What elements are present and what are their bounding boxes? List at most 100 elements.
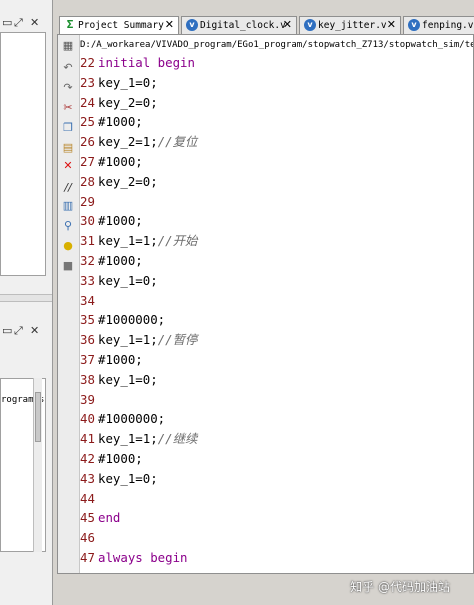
undo-icon[interactable]: ↶ — [61, 61, 75, 75]
code-line[interactable]: 28 key_2=0; — [80, 172, 473, 192]
left-panel-header-top: ▭ ⤢ ✕ — [0, 14, 52, 32]
panel-restore-icon[interactable]: ⤢ — [14, 16, 23, 30]
code-line[interactable]: 45 end — [80, 508, 473, 528]
verilog-file-icon: v — [186, 19, 198, 31]
tab-key-jitter[interactable]: v key_jitter.v ✕ — [299, 16, 401, 34]
tab-label: key_jitter.v — [318, 20, 387, 31]
code-line[interactable]: 36 key_1=1;//暂停 — [80, 330, 473, 350]
code-line[interactable]: 37 #1000; — [80, 350, 473, 370]
line-number: 45 — [80, 510, 95, 526]
line-number: 29 — [80, 193, 95, 209]
code-text: key_1=0; — [98, 470, 158, 486]
delete-icon[interactable]: ✕ — [61, 159, 75, 173]
editor-toolbar: ▦ ↶ ↷ ✂ ❐ ▤ ✕ // ▥ ⚲ ● ■ — [58, 35, 80, 573]
sources-tree-panel[interactable] — [0, 32, 46, 276]
code-line[interactable]: 29 — [80, 192, 473, 212]
code-line[interactable]: 47 always begin — [80, 548, 473, 568]
panel-close-icon[interactable]: ✕ — [30, 16, 39, 29]
line-number: 22 — [80, 55, 95, 70]
close-icon[interactable]: ✕ — [283, 18, 292, 31]
settings-icon[interactable]: ■ — [61, 259, 75, 273]
sigma-icon: Σ — [66, 18, 74, 31]
line-number: 31 — [80, 233, 95, 249]
panel-splitter[interactable] — [0, 294, 52, 302]
code-text: #1000000; — [98, 411, 166, 427]
code-comment: //复位 — [157, 134, 198, 150]
line-number: 23 — [80, 74, 95, 90]
redo-icon[interactable]: ↷ — [61, 81, 75, 95]
panel-minimize-icon[interactable]: ▭ — [2, 16, 12, 29]
code-line[interactable]: 24 key_2=0; — [80, 93, 473, 113]
code-text: #1000; — [98, 252, 143, 268]
save-icon[interactable]: ▦ — [61, 39, 75, 53]
code-text: end — [98, 510, 121, 526]
tab-fenping[interactable]: v fenping.v — [403, 16, 474, 34]
left-panel-scrollbar[interactable] — [33, 378, 42, 552]
line-number: 43 — [80, 470, 95, 486]
line-number: 41 — [80, 431, 95, 447]
code-text: #1000; — [98, 153, 143, 169]
line-number: 38 — [80, 371, 95, 387]
code-line[interactable]: 33 key_1=0; — [80, 271, 473, 291]
code-comment: //开始 — [157, 233, 198, 249]
line-number: 25 — [80, 114, 95, 130]
left-panel-header-bottom: ▭ ⤢ ✕ — [0, 322, 52, 340]
line-number: 26 — [80, 134, 95, 150]
line-number: 24 — [80, 94, 95, 110]
find-icon[interactable]: ⚲ — [61, 219, 75, 233]
line-number: 34 — [80, 292, 95, 308]
line-number: 37 — [80, 351, 95, 367]
panel-close-icon[interactable]: ✕ — [30, 324, 39, 337]
tab-label: Project Summary — [78, 20, 164, 31]
code-line[interactable]: 23 key_1=0; — [80, 73, 473, 93]
panel-minimize-icon[interactable]: ▭ — [2, 324, 12, 337]
code-text: key_2=1; — [98, 134, 158, 150]
code-text: key_2=0; — [98, 173, 158, 189]
cut-icon[interactable]: ✂ — [61, 101, 75, 115]
tab-digital-clock[interactable]: v Digital_clock.v ✕ — [181, 16, 297, 34]
line-number: 35 — [80, 312, 95, 328]
code-line[interactable]: 35 #1000000; — [80, 310, 473, 330]
line-number: 47 — [80, 549, 95, 565]
code-comment: //继续 — [157, 431, 198, 447]
line-number: 42 — [80, 450, 95, 466]
tab-project-summary[interactable]: Σ Project Summary ✕ — [59, 16, 179, 34]
code-line[interactable]: 44 — [80, 489, 473, 509]
select-all-icon[interactable]: ▥ — [61, 199, 75, 213]
line-number: 27 — [80, 153, 95, 169]
code-line[interactable]: 32 #1000; — [80, 251, 473, 271]
tab-label: Digital_clock.v — [200, 20, 286, 31]
line-number: 28 — [80, 173, 95, 189]
code-area[interactable]: 22 initial begin 23 key_1=0; 24 key_2=0; 25 #10… — [80, 53, 473, 568]
close-icon[interactable]: ✕ — [387, 18, 396, 31]
code-line[interactable]: 38 key_1=0; — [80, 370, 473, 390]
code-line[interactable]: 40 #1000000; — [80, 409, 473, 429]
copy-icon[interactable]: ❐ — [61, 121, 75, 135]
verilog-file-icon: v — [304, 19, 316, 31]
code-line[interactable]: 25 #1000; — [80, 112, 473, 132]
code-line[interactable]: 42 #1000; — [80, 449, 473, 469]
code-line[interactable]: 22 initial begin — [80, 53, 473, 73]
line-number: 33 — [80, 272, 95, 288]
code-line[interactable]: 27 #1000; — [80, 152, 473, 172]
code-line[interactable]: 39 — [80, 390, 473, 410]
paste-icon[interactable]: ▤ — [61, 141, 75, 155]
code-line[interactable]: 34 — [80, 291, 473, 311]
close-icon[interactable]: ✕ — [165, 18, 174, 31]
code-line[interactable]: 26 key_2=1;//复位 — [80, 132, 473, 152]
code-line[interactable]: 31 key_1=1;//开始 — [80, 231, 473, 251]
code-line[interactable]: 41 key_1=1;//继续 — [80, 429, 473, 449]
code-text: #1000; — [98, 213, 143, 229]
code-line[interactable]: 30 #1000; — [80, 211, 473, 231]
code-text: #1000; — [98, 114, 143, 130]
code-line[interactable]: 43 key_1=0; — [80, 469, 473, 489]
scrollbar-thumb[interactable] — [35, 392, 41, 442]
watermark: 知乎 @代码加油站 — [350, 580, 450, 594]
panel-restore-icon[interactable]: ⤢ — [14, 324, 23, 338]
line-number: 40 — [80, 411, 95, 427]
code-text: always begin — [98, 549, 188, 565]
code-line[interactable]: 46 — [80, 528, 473, 548]
code-editor[interactable]: ▦ ↶ ↷ ✂ ❐ ▤ ✕ // ▥ ⚲ ● ■ D:/A_workarea/V… — [57, 34, 474, 574]
hint-icon[interactable]: ● — [61, 239, 75, 253]
comment-icon[interactable]: // — [61, 181, 75, 195]
